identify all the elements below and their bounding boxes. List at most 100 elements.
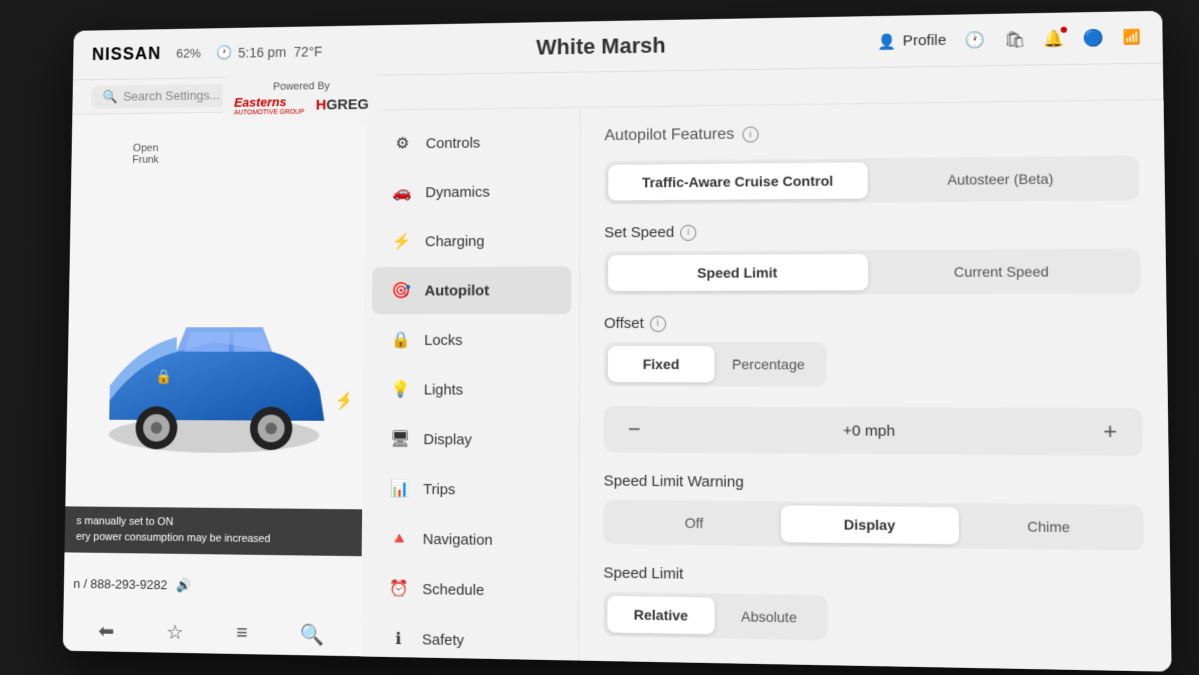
open-frunk-label[interactable]: Open Frunk [132,142,159,165]
speed-limit-label: Speed Limit [603,564,683,582]
star-icon[interactable]: ☆ [166,619,184,644]
time-display: 🕐 5:16 pm [215,43,285,61]
settings-panel: Autopilot Features i Traffic-Aware Cruis… [579,100,1171,671]
alert-line2: ery power consumption may be increased [75,529,349,547]
alert-banner: s manually set to ON ery power consumpti… [64,506,362,556]
speed-value-display: +0 mph [842,421,894,439]
speed-limit-warning-label: Speed Limit Warning [603,472,743,490]
fixed-button[interactable]: Fixed [607,346,714,382]
off-button[interactable]: Off [607,503,781,541]
autopilot-features-info-icon[interactable]: i [742,126,758,142]
bag-icon[interactable]: 🛍 [1003,28,1024,48]
current-speed-button[interactable]: Current Speed [868,252,1136,290]
offset-header: Offset i [604,314,1141,332]
chime-button[interactable]: Chime [958,507,1139,546]
sidebar-item-safety[interactable]: ℹ Safety [368,614,570,660]
absolute-button[interactable]: Absolute [714,597,823,636]
set-speed-header: Set Speed i [604,220,1140,240]
logo-row: Easterns AUTOMOTIVE GROUP HGREG [233,93,368,117]
back-icon[interactable]: ⬅ [98,618,114,643]
trips-icon: 📊 [389,478,409,498]
speed-plus-button[interactable]: + [1094,418,1125,445]
speed-limit-type-buttons: Relative Absolute [603,591,827,640]
charging-label: Charging [424,232,484,249]
car-image-area: Open Frunk [62,110,365,655]
sidebar-item-display[interactable]: 🖥 Display [370,415,570,464]
sidebar-item-charging[interactable]: ⚡ Charging [372,216,571,264]
autopilot-features-buttons: Traffic-Aware Cruise Control Autosteer (… [604,155,1139,204]
sidebar-item-lights[interactable]: 💡 Lights [370,365,570,413]
speed-limit-section: Speed Limit Relative Absolute [603,564,1145,645]
autopilot-icon: 🎯 [391,280,411,300]
sidebar-item-controls[interactable]: ⚙ Controls [373,117,572,166]
percentage-button[interactable]: Percentage [714,346,822,383]
search-icon: 🔍 [102,88,117,104]
set-speed-label: Set Speed [604,223,674,240]
bars-icon[interactable]: ≡ [236,622,248,645]
autopilot-features-label: Autopilot Features [604,125,734,144]
charging-icon: ⚡ [391,231,411,251]
alarm-icon[interactable]: 🕐 [964,29,985,49]
search-nav-icon[interactable]: 🔍 [300,622,324,647]
car-illustration: ⚡ 🔒 [79,282,349,479]
audio-icon: 🔊 [176,577,192,592]
autosteer-button[interactable]: Autosteer (Beta) [867,159,1135,198]
display-label: Display [423,430,471,447]
offset-info-icon[interactable]: i [649,315,665,331]
screen-container: NISSAN 62% 🕐 5:16 pm 72°F White Marsh 👤 … [62,10,1171,671]
powered-by-label: Powered By [272,80,329,92]
profile-label: Profile [902,31,946,49]
svg-text:⚡: ⚡ [334,389,350,410]
profile-icon: 👤 [877,32,896,50]
autopilot-features-header: Autopilot Features i [604,120,1138,144]
location-info: 🕐 5:16 pm 72°F [215,42,322,60]
schedule-icon: ⏰ [388,578,408,598]
autopilot-label: Autopilot [424,281,489,298]
safety-icon: ℹ [388,628,408,648]
header-left: NISSAN 62% 🕐 5:16 pm 72°F [91,40,322,64]
locks-icon: 🔒 [390,330,410,350]
location-center: White Marsh [536,32,665,60]
offset-buttons: Fixed Percentage [603,341,826,386]
sidebar-item-dynamics[interactable]: 🚗 Dynamics [372,167,571,216]
dynamics-icon: 🚗 [392,182,412,202]
profile-button[interactable]: 👤 Profile [877,31,946,50]
set-speed-buttons: Speed Limit Current Speed [604,248,1141,295]
offset-label: Offset [604,314,644,331]
header-right: 👤 Profile 🕐 🛍 🔔 🔵 📶 [877,26,1141,51]
bluetooth-icon[interactable]: 🔵 [1083,27,1104,48]
dynamics-label: Dynamics [425,183,489,200]
left-panel: Open Frunk [62,110,365,655]
clock-icon: 🕐 [215,44,232,61]
safety-label: Safety [421,630,463,648]
controls-icon: ⚙ [392,133,412,153]
bottom-nav: ⬅ ☆ ≡ 🔍 [62,618,360,648]
speed-limit-warning-buttons: Off Display Chime [603,499,1144,550]
speed-limit-button[interactable]: Speed Limit [608,253,868,290]
hgreg-logo: HGREG [315,96,368,113]
set-speed-info-icon[interactable]: i [680,224,696,240]
sidebar-item-locks[interactable]: 🔒 Locks [371,316,571,364]
trips-label: Trips [423,480,455,497]
display-icon: 🖥 [390,429,410,449]
time-value: 5:16 pm [237,43,285,59]
sidebar-item-navigation[interactable]: 🔺 Navigation [369,514,570,565]
nissan-logo: NISSAN [91,43,161,64]
speed-limit-warning-header: Speed Limit Warning [603,472,1143,494]
notification-wrapper: 🔔 [1043,28,1064,49]
easterns-logo: Easterns AUTOMOTIVE GROUP [233,94,304,117]
temperature: 72°F [293,43,322,59]
relative-button[interactable]: Relative [607,595,714,633]
traffic-cruise-button[interactable]: Traffic-Aware Cruise Control [608,162,867,200]
phone-number: n / 888-293-9282 🔊 [73,576,192,594]
sidebar-item-trips[interactable]: 📊 Trips [370,464,571,514]
battery-percentage: 62% [176,45,201,60]
schedule-label: Schedule [422,580,484,598]
sidebar-item-autopilot[interactable]: 🎯 Autopilot [371,266,570,314]
sidebar-item-schedule[interactable]: ⏰ Schedule [369,564,570,615]
display-button[interactable]: Display [781,505,958,544]
sidebar-menu: ⚙ Controls 🚗 Dynamics ⚡ Charging 🎯 Autop… [360,107,580,659]
speed-minus-button[interactable]: − [619,416,648,442]
search-placeholder: Search Settings... [123,87,220,103]
wifi-icon[interactable]: 📶 [1123,28,1142,46]
